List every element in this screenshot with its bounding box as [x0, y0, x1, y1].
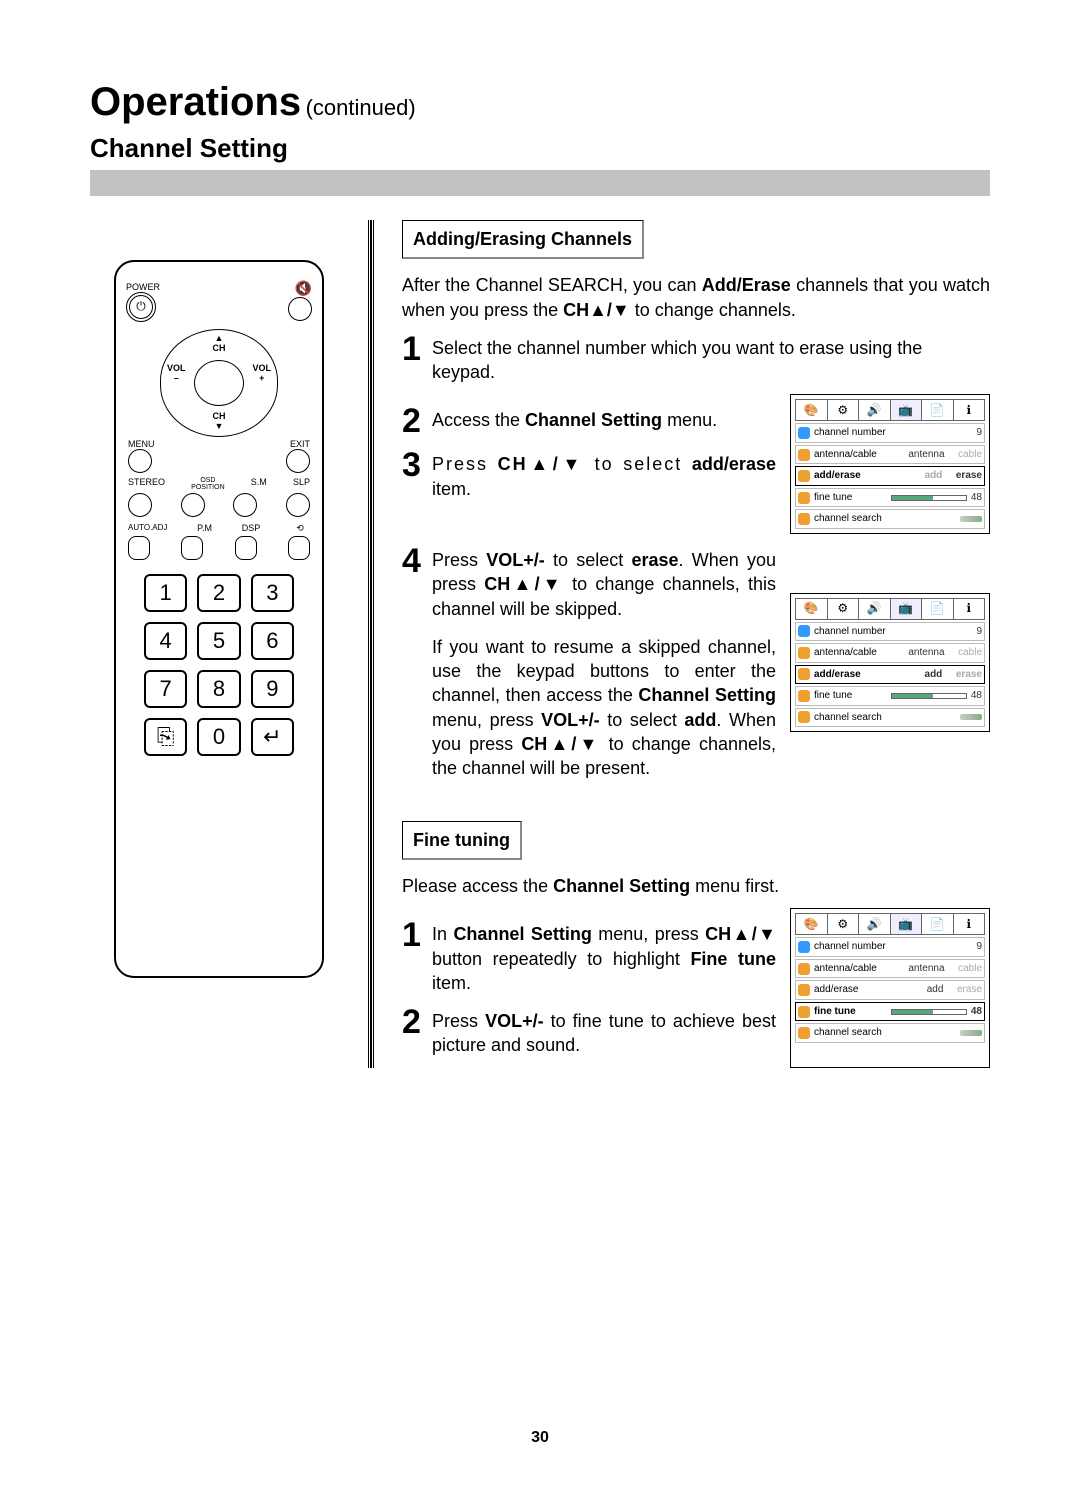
intro-paragraph: After the Channel SEARCH, you can Add/Er… — [402, 273, 990, 322]
ft-step-2: 2 Press VOL+/- to fine tune to achieve b… — [402, 1005, 776, 1058]
remote-column: POWER ⏻ 🔇 ▲CH CH▼ VOL – VOL + — [90, 220, 360, 1068]
menu-button — [128, 449, 152, 473]
power-label: POWER — [126, 282, 160, 292]
fine-tune-intro: Please access the Channel Setting menu f… — [402, 874, 990, 898]
power-icon: ⏻ — [129, 295, 153, 319]
title-main: Operations — [90, 80, 301, 124]
adding-erasing-heading: Adding/Erasing Channels — [402, 220, 644, 259]
remote-control: POWER ⏻ 🔇 ▲CH CH▼ VOL – VOL + — [114, 260, 324, 978]
mute-button — [288, 297, 312, 321]
osd-menu-2: 🎨 ⚙ 🔊 📺 📄 ℹ channel number9 antenna/cabl… — [790, 593, 990, 733]
step-3: 3 Press CH▲/▼ to select add/erase item. — [402, 448, 776, 501]
osd-menu-1: 🎨 ⚙ 🔊 📺 📄 ℹ channel number9 antenna/cabl… — [790, 394, 990, 534]
resume-paragraph: If you want to resume a skipped channel,… — [402, 631, 776, 781]
ft-step-1: 1 In Channel Setting menu, press CH▲/▼ b… — [402, 918, 776, 995]
nav-oval: ▲CH CH▼ VOL – VOL + — [160, 329, 278, 437]
page-title: Operations (continued) — [90, 80, 990, 125]
fine-tuning-heading: Fine tuning — [402, 821, 522, 860]
section-title: Channel Setting — [90, 133, 990, 164]
content-column: Adding/Erasing Channels After the Channe… — [382, 220, 990, 1068]
step-4: 4 Press VOL+/- to select erase. When you… — [402, 544, 776, 621]
page-number: 30 — [0, 1429, 1080, 1447]
osd-menu-3: 🎨 ⚙ 🔊 📺 📄 ℹ channel number9 antenna/cabl… — [790, 908, 990, 1067]
step-1: 1 Select the channel number which you wa… — [402, 332, 990, 385]
mute-icon: 🔇 — [288, 280, 312, 297]
exit-button — [286, 449, 310, 473]
keypad: 1 2 3 4 5 6 7 8 9 ⎘ 0 ↵ — [144, 574, 294, 756]
divider-bar — [90, 170, 990, 196]
step-2: 2 Access the Channel Setting menu. — [402, 404, 776, 438]
column-separator — [368, 220, 374, 1068]
title-sub: (continued) — [306, 95, 416, 120]
